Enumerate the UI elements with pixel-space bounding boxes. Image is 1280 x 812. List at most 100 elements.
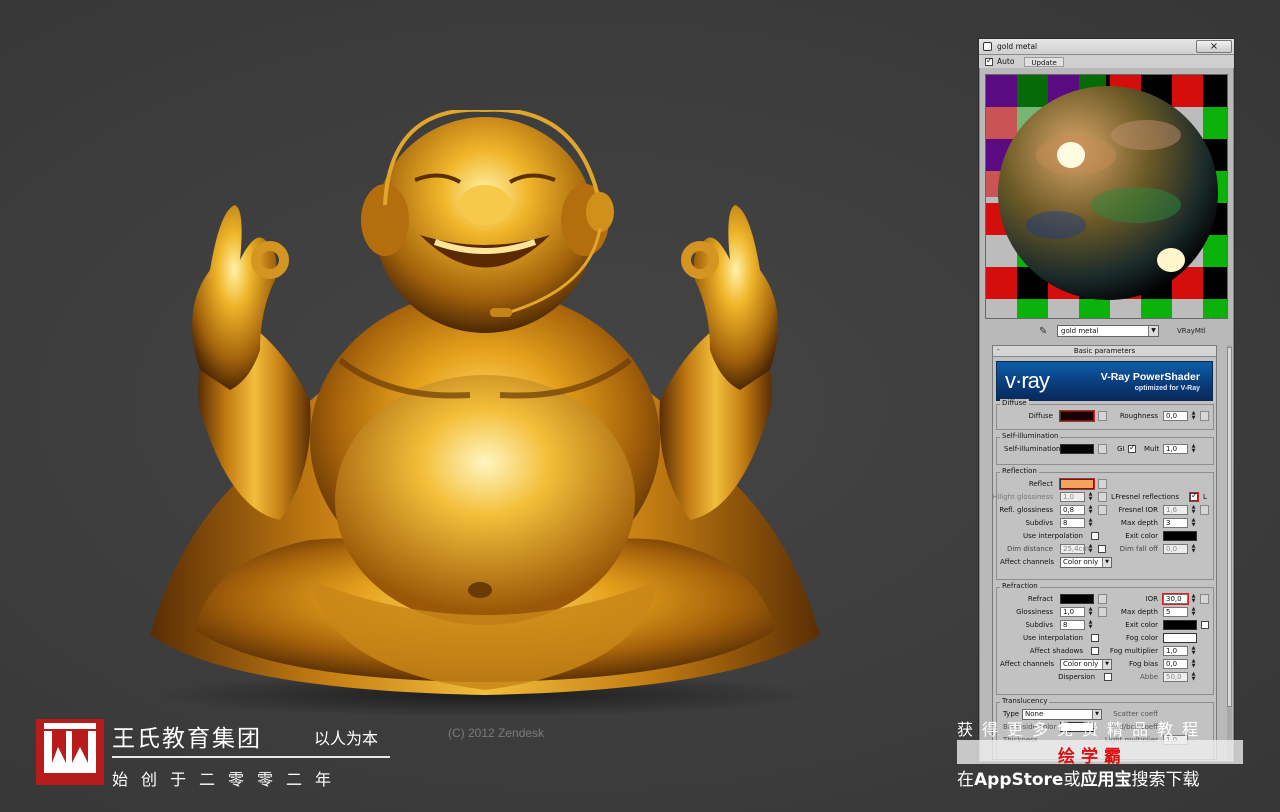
subdivs-input[interactable]: 8 bbox=[1060, 518, 1085, 528]
reflect-map-button[interactable] bbox=[1098, 479, 1107, 489]
material-preview-sphere bbox=[986, 75, 1227, 318]
banner-product: V-Ray PowerShader bbox=[1100, 371, 1200, 383]
vray-logo: v·ray bbox=[1005, 368, 1050, 393]
refl-affect-row: Affect channels Color only ▼ bbox=[997, 556, 1213, 569]
refract-color-swatch[interactable] bbox=[1060, 594, 1094, 604]
material-type-button[interactable]: VRayMtl bbox=[1177, 327, 1206, 335]
collapse-icon[interactable]: - bbox=[997, 346, 1000, 356]
max-depth-input[interactable]: 3 bbox=[1163, 518, 1188, 528]
scrollbar-thumb[interactable] bbox=[1227, 347, 1232, 707]
group-title: Diffuse bbox=[1000, 399, 1029, 407]
refr-affect-channels-label: Affect channels bbox=[1000, 660, 1055, 668]
spinner-icon[interactable]: ▲ ▼ bbox=[1190, 411, 1197, 421]
spinner-icon[interactable]: ▲ ▼ bbox=[1190, 505, 1197, 515]
update-button[interactable]: Update bbox=[1024, 56, 1064, 67]
spinner-icon[interactable]: ▲ ▼ bbox=[1190, 594, 1197, 604]
fresnel-ior-map-button[interactable] bbox=[1200, 505, 1209, 515]
reflect-color-swatch[interactable] bbox=[1059, 478, 1095, 490]
self-illum-map-button[interactable] bbox=[1098, 444, 1107, 454]
promo-headline: 获得更多免费精品教程 bbox=[957, 720, 1208, 739]
spinner-icon[interactable]: ▲ ▼ bbox=[1087, 620, 1094, 630]
glossiness-map-button[interactable] bbox=[1098, 607, 1107, 617]
refr-subdivs-row: Subdivs 8 ▲ ▼ Exit color bbox=[997, 619, 1213, 632]
fresnel-lock-label[interactable]: L bbox=[1203, 493, 1207, 501]
refr-max-depth-input[interactable]: 5 bbox=[1163, 607, 1188, 617]
self-illum-row: Self-illumination GI Mult 1,0 ▲▼ bbox=[997, 443, 1213, 456]
refr-exit-color-swatch[interactable] bbox=[1163, 620, 1197, 630]
dim-row: Dim distance 25,4cm ▲ ▼ Dim fall off 0,0 … bbox=[997, 543, 1213, 556]
auto-update-checkbox[interactable] bbox=[985, 56, 993, 66]
refr-use-interp-checkbox[interactable] bbox=[1091, 634, 1099, 642]
material-editor-window[interactable]: gold metal × Auto Update bbox=[978, 38, 1235, 763]
promo-app-name: 绘学霸 bbox=[1058, 747, 1127, 767]
glossiness-label: Glossiness bbox=[1016, 608, 1053, 616]
material-editor-app-icon bbox=[983, 42, 992, 51]
refr-subdivs-input[interactable]: 8 bbox=[1060, 620, 1085, 630]
spinner-icon[interactable]: ▲ ▼ bbox=[1190, 444, 1197, 454]
chevron-down-icon[interactable]: ▼ bbox=[1102, 660, 1111, 669]
hilight-map-button[interactable] bbox=[1098, 492, 1107, 502]
gi-checkbox[interactable] bbox=[1128, 443, 1136, 453]
roughness-input[interactable]: 0,0 bbox=[1163, 411, 1188, 421]
affect-channels-label: Affect channels bbox=[1000, 558, 1055, 566]
rollout-scrollbar[interactable] bbox=[1227, 345, 1232, 760]
promo-mid: 或 bbox=[1063, 770, 1081, 790]
refr-exit-checkbox[interactable] bbox=[1201, 621, 1209, 629]
affect-shadows-checkbox[interactable] bbox=[1091, 647, 1099, 655]
refr-affect-channels-value: Color only bbox=[1063, 660, 1099, 668]
spinner-icon[interactable]: ▲ ▼ bbox=[1190, 672, 1197, 682]
spinner-icon[interactable]: ▲ ▼ bbox=[1087, 544, 1094, 554]
refl-gloss-map-button[interactable] bbox=[1098, 505, 1107, 515]
spinner-icon[interactable]: ▲ ▼ bbox=[1190, 659, 1197, 669]
refr-affect-channels-dropdown[interactable]: Color only ▼ bbox=[1060, 659, 1112, 670]
fog-mult-input[interactable]: 1,0 bbox=[1163, 646, 1188, 656]
refl-subdivs-row: Subdivs 8 ▲ ▼ Max depth 3 ▲ ▼ bbox=[997, 517, 1213, 530]
fresnel-ior-input[interactable]: 1,6 bbox=[1163, 505, 1188, 515]
spinner-icon[interactable]: ▲ ▼ bbox=[1087, 492, 1094, 502]
dispersion-checkbox[interactable] bbox=[1104, 673, 1112, 681]
use-interp-checkbox[interactable] bbox=[1091, 532, 1099, 540]
ior-map-button[interactable] bbox=[1200, 594, 1209, 604]
material-editor-titlebar[interactable]: gold metal × bbox=[979, 39, 1234, 55]
exit-color-swatch[interactable] bbox=[1163, 531, 1197, 541]
spinner-icon[interactable]: ▲ ▼ bbox=[1190, 518, 1197, 528]
promo-download-text: 在AppStore或应用宝搜索下载 bbox=[957, 765, 1199, 790]
dim-distance-input[interactable]: 25,4cm bbox=[1060, 544, 1089, 554]
close-button[interactable]: × bbox=[1196, 40, 1232, 53]
glossiness-input[interactable]: 1,0 bbox=[1060, 607, 1085, 617]
max-depth-label: Max depth bbox=[1120, 519, 1158, 527]
eyedropper-icon[interactable]: ✎ bbox=[1039, 326, 1047, 337]
chevron-down-icon[interactable]: ▼ bbox=[1102, 558, 1111, 567]
affect-channels-dropdown[interactable]: Color only ▼ bbox=[1060, 557, 1112, 568]
material-name-dropdown[interactable]: gold metal ▼ bbox=[1057, 325, 1159, 337]
rollout-header[interactable]: - Basic parameters bbox=[993, 346, 1216, 357]
hilight-input[interactable]: 1,0 bbox=[1060, 492, 1085, 502]
spinner-icon[interactable]: ▲ ▼ bbox=[1190, 544, 1197, 554]
rollout-title: Basic parameters bbox=[1073, 347, 1136, 355]
ior-label: IOR bbox=[1145, 595, 1158, 603]
roughness-map-button[interactable] bbox=[1200, 411, 1209, 421]
spinner-icon[interactable]: ▲ ▼ bbox=[1087, 607, 1094, 617]
mult-input[interactable]: 1,0 bbox=[1163, 444, 1188, 454]
refl-gloss-input[interactable]: 0,8 bbox=[1060, 505, 1085, 515]
fog-bias-input[interactable]: 0,0 bbox=[1163, 659, 1188, 669]
spinner-icon[interactable]: ▲ ▼ bbox=[1190, 607, 1197, 617]
spinner-icon[interactable]: ▲ ▼ bbox=[1087, 505, 1094, 515]
refract-map-button[interactable] bbox=[1098, 594, 1107, 604]
dim-falloff-input[interactable]: 0,0 bbox=[1163, 544, 1188, 554]
chevron-down-icon[interactable]: ▼ bbox=[1148, 326, 1158, 336]
spinner-icon[interactable]: ▲ ▼ bbox=[1087, 518, 1094, 528]
dim-checkbox[interactable] bbox=[1098, 545, 1106, 553]
abbe-input[interactable]: 50,0 bbox=[1163, 672, 1188, 682]
self-illum-label: Self-illumination bbox=[1004, 445, 1061, 453]
spinner-icon[interactable]: ▲ ▼ bbox=[1190, 646, 1197, 656]
fog-bias-label: Fog bias bbox=[1128, 660, 1158, 668]
diffuse-color-swatch[interactable] bbox=[1059, 410, 1095, 422]
fresnel-checkbox[interactable] bbox=[1189, 491, 1199, 502]
diffuse-map-button[interactable] bbox=[1098, 411, 1107, 421]
material-name-value: gold metal bbox=[1061, 327, 1099, 335]
ior-input[interactable]: 30,0 bbox=[1162, 593, 1189, 605]
self-illum-color-swatch[interactable] bbox=[1060, 444, 1094, 454]
fog-color-label: Fog color bbox=[1126, 634, 1158, 642]
fog-color-swatch[interactable] bbox=[1163, 633, 1197, 643]
